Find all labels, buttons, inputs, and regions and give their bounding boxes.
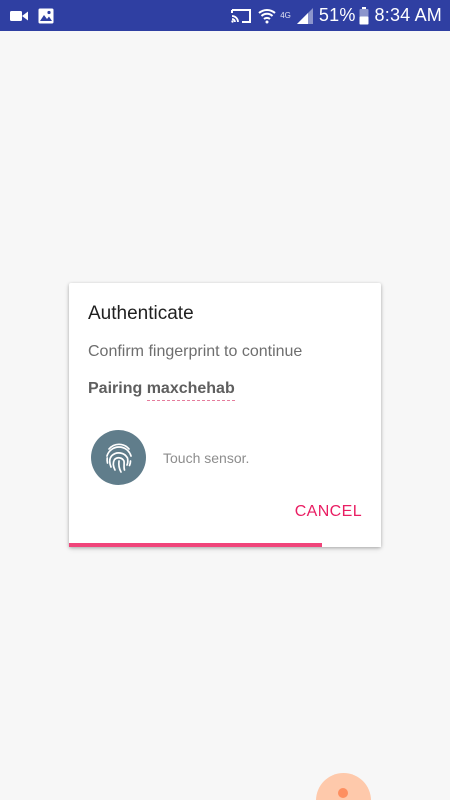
network-type-label: 4G: [280, 11, 291, 20]
fingerprint-dialog: Authenticate Confirm fingerprint to cont…: [69, 283, 381, 547]
cast-icon: [230, 8, 252, 24]
status-bar: 4G 51% 8:34 AM: [0, 0, 450, 31]
authentication-progress-fill: [69, 543, 322, 547]
status-bar-left: [10, 8, 64, 24]
sensor-hint: Touch sensor.: [163, 450, 250, 466]
clock: 8:34 AM: [374, 5, 442, 25]
dialog-description: Pairing maxchehab: [88, 380, 235, 401]
status-bar-right: 4G 51% 8:34 AM: [224, 5, 442, 26]
cell-signal-icon: [296, 7, 313, 24]
fingerprint-icon-circle: [91, 430, 146, 485]
battery-percent: 51%: [318, 5, 356, 25]
pairing-label: Pairing: [88, 380, 147, 397]
authentication-progress-bar: [69, 543, 381, 547]
fingerprint-icon: [104, 442, 134, 474]
dialog-subtitle: Confirm fingerprint to continue: [88, 343, 303, 360]
dialog-title: Authenticate: [88, 303, 194, 324]
cancel-button[interactable]: CANCEL: [295, 503, 362, 521]
floating-action-bubble[interactable]: [316, 773, 371, 800]
video-camera-icon: [10, 10, 28, 22]
wifi-icon: [258, 8, 276, 24]
bubble-dot-icon: [338, 788, 348, 798]
image-icon: [38, 8, 54, 24]
screen: 4G 51% 8:34 AM Authenticate Confirm fing…: [0, 0, 450, 800]
battery-icon: [359, 6, 369, 25]
pairing-username: maxchehab: [146, 380, 235, 401]
